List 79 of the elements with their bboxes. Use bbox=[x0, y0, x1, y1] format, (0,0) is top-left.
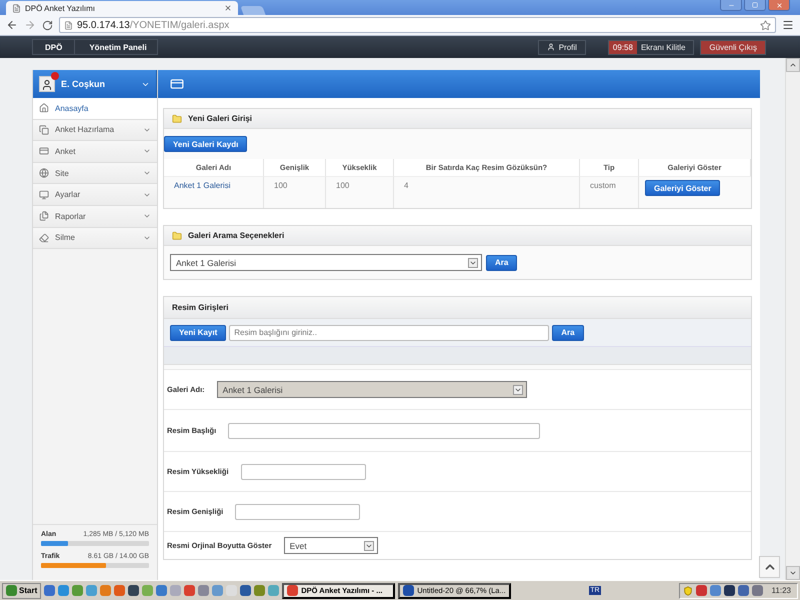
select-value: Evet bbox=[290, 540, 307, 550]
clock: 11:23 bbox=[772, 586, 791, 595]
panel-title: Yeni Galeri Girişi bbox=[188, 114, 252, 123]
table-cell: 100 bbox=[264, 176, 326, 208]
quick-launch-icon[interactable] bbox=[184, 585, 196, 596]
close-window-button[interactable] bbox=[768, 0, 790, 11]
scroll-up-icon[interactable] bbox=[786, 58, 800, 72]
folder-icon bbox=[172, 230, 182, 240]
table-cell: custom bbox=[580, 176, 639, 208]
table-cell: 100 bbox=[326, 176, 394, 208]
logout-button[interactable]: Güvenli Çıkış bbox=[700, 40, 766, 54]
person-icon bbox=[546, 43, 555, 51]
files-icon bbox=[39, 211, 49, 222]
user-name: E. Coşkun bbox=[61, 79, 106, 89]
eraser-icon bbox=[39, 232, 49, 243]
star-icon[interactable] bbox=[760, 20, 771, 30]
input-field[interactable] bbox=[235, 504, 360, 520]
new-gallery-button[interactable]: Yeni Galeri Kaydı bbox=[164, 136, 248, 152]
table-cell: 4 bbox=[394, 176, 580, 208]
session-timer: 09:58 bbox=[608, 40, 637, 54]
close-icon bbox=[776, 2, 782, 8]
scroll-top-button[interactable] bbox=[759, 556, 780, 578]
forward-icon[interactable] bbox=[24, 19, 36, 31]
quick-launch-icon[interactable] bbox=[156, 585, 168, 596]
page-icon bbox=[64, 20, 73, 30]
select-value: Anket 1 Galerisi bbox=[176, 258, 236, 268]
input-field[interactable] bbox=[228, 422, 540, 438]
search-button[interactable]: Ara bbox=[552, 324, 584, 340]
breadcrumb-link[interactable]: DPÖ bbox=[32, 39, 76, 55]
panel-title: Galeri Arama Seçenekleri bbox=[188, 231, 284, 240]
back-icon[interactable] bbox=[6, 19, 18, 31]
tray-icon[interactable] bbox=[724, 585, 735, 596]
search-button[interactable]: Ara bbox=[486, 254, 518, 270]
new-record-button[interactable]: Yeni Kayıt bbox=[170, 324, 226, 340]
folder-icon bbox=[172, 114, 182, 124]
sidebar-item[interactable]: Silme bbox=[33, 228, 157, 250]
home-icon bbox=[39, 103, 49, 114]
quick-launch-icon[interactable] bbox=[240, 585, 252, 596]
quick-launch-icon[interactable] bbox=[128, 585, 140, 596]
start-button[interactable]: Start bbox=[2, 582, 42, 598]
card-icon bbox=[39, 146, 49, 156]
copy-icon bbox=[39, 124, 49, 135]
address-field[interactable]: 95.0.174.13/YONETIM/galeri.aspx bbox=[59, 17, 776, 33]
url-host: 95.0.174.13 bbox=[77, 20, 130, 30]
new-tab-button[interactable] bbox=[240, 6, 266, 15]
sidebar-item[interactable]: Raporlar bbox=[33, 206, 157, 228]
browser-tab[interactable]: DPÖ Anket Yazılımı bbox=[6, 1, 238, 15]
close-icon[interactable] bbox=[224, 4, 232, 12]
maximize-button[interactable] bbox=[744, 0, 766, 11]
input-field[interactable] bbox=[240, 464, 366, 480]
profile-button[interactable]: Profil bbox=[538, 40, 586, 54]
select-field[interactable]: Evet bbox=[284, 537, 378, 554]
lock-screen-button[interactable]: 09:58 Ekranı Kilitle bbox=[608, 40, 694, 54]
search-field[interactable]: Resim başlığını giriniz.. bbox=[229, 324, 550, 340]
sidebar-item[interactable]: Anket bbox=[33, 141, 157, 163]
reload-icon[interactable] bbox=[42, 20, 53, 30]
page-icon bbox=[12, 4, 21, 12]
tab-title: DPÖ Anket Yazılımı bbox=[25, 4, 96, 12]
gallery-select[interactable]: Anket 1 Galerisi bbox=[170, 254, 482, 271]
panel-title: Resim Girişleri bbox=[172, 303, 228, 312]
url-path: /YONETIM/galeri.aspx bbox=[130, 20, 230, 30]
sidebar-item[interactable]: Site bbox=[33, 162, 157, 184]
window-icon bbox=[170, 77, 184, 91]
gallery-link[interactable]: Anket 1 Galerisi bbox=[164, 176, 264, 208]
shield-icon[interactable] bbox=[682, 586, 693, 596]
select-value: Anket 1 Galerisi bbox=[222, 384, 283, 394]
sidebar-item[interactable]: Anasayfa bbox=[33, 98, 157, 120]
tray-icon[interactable] bbox=[738, 585, 749, 596]
minimize-button[interactable] bbox=[720, 0, 742, 11]
quick-launch-icon[interactable] bbox=[44, 585, 56, 596]
scroll-down-icon[interactable] bbox=[786, 566, 800, 580]
sidebar-item[interactable]: Anket Hazırlama bbox=[33, 120, 157, 142]
monitor-icon bbox=[39, 190, 49, 200]
globe-icon bbox=[39, 168, 49, 178]
maximize-icon bbox=[752, 2, 758, 8]
sidebar-item[interactable]: Ayarlar bbox=[33, 184, 157, 206]
breadcrumb-link[interactable]: Yönetim Paneli bbox=[74, 39, 158, 55]
menu-icon[interactable] bbox=[782, 19, 794, 31]
show-gallery-button[interactable]: Galeriyi Göster bbox=[645, 180, 720, 196]
